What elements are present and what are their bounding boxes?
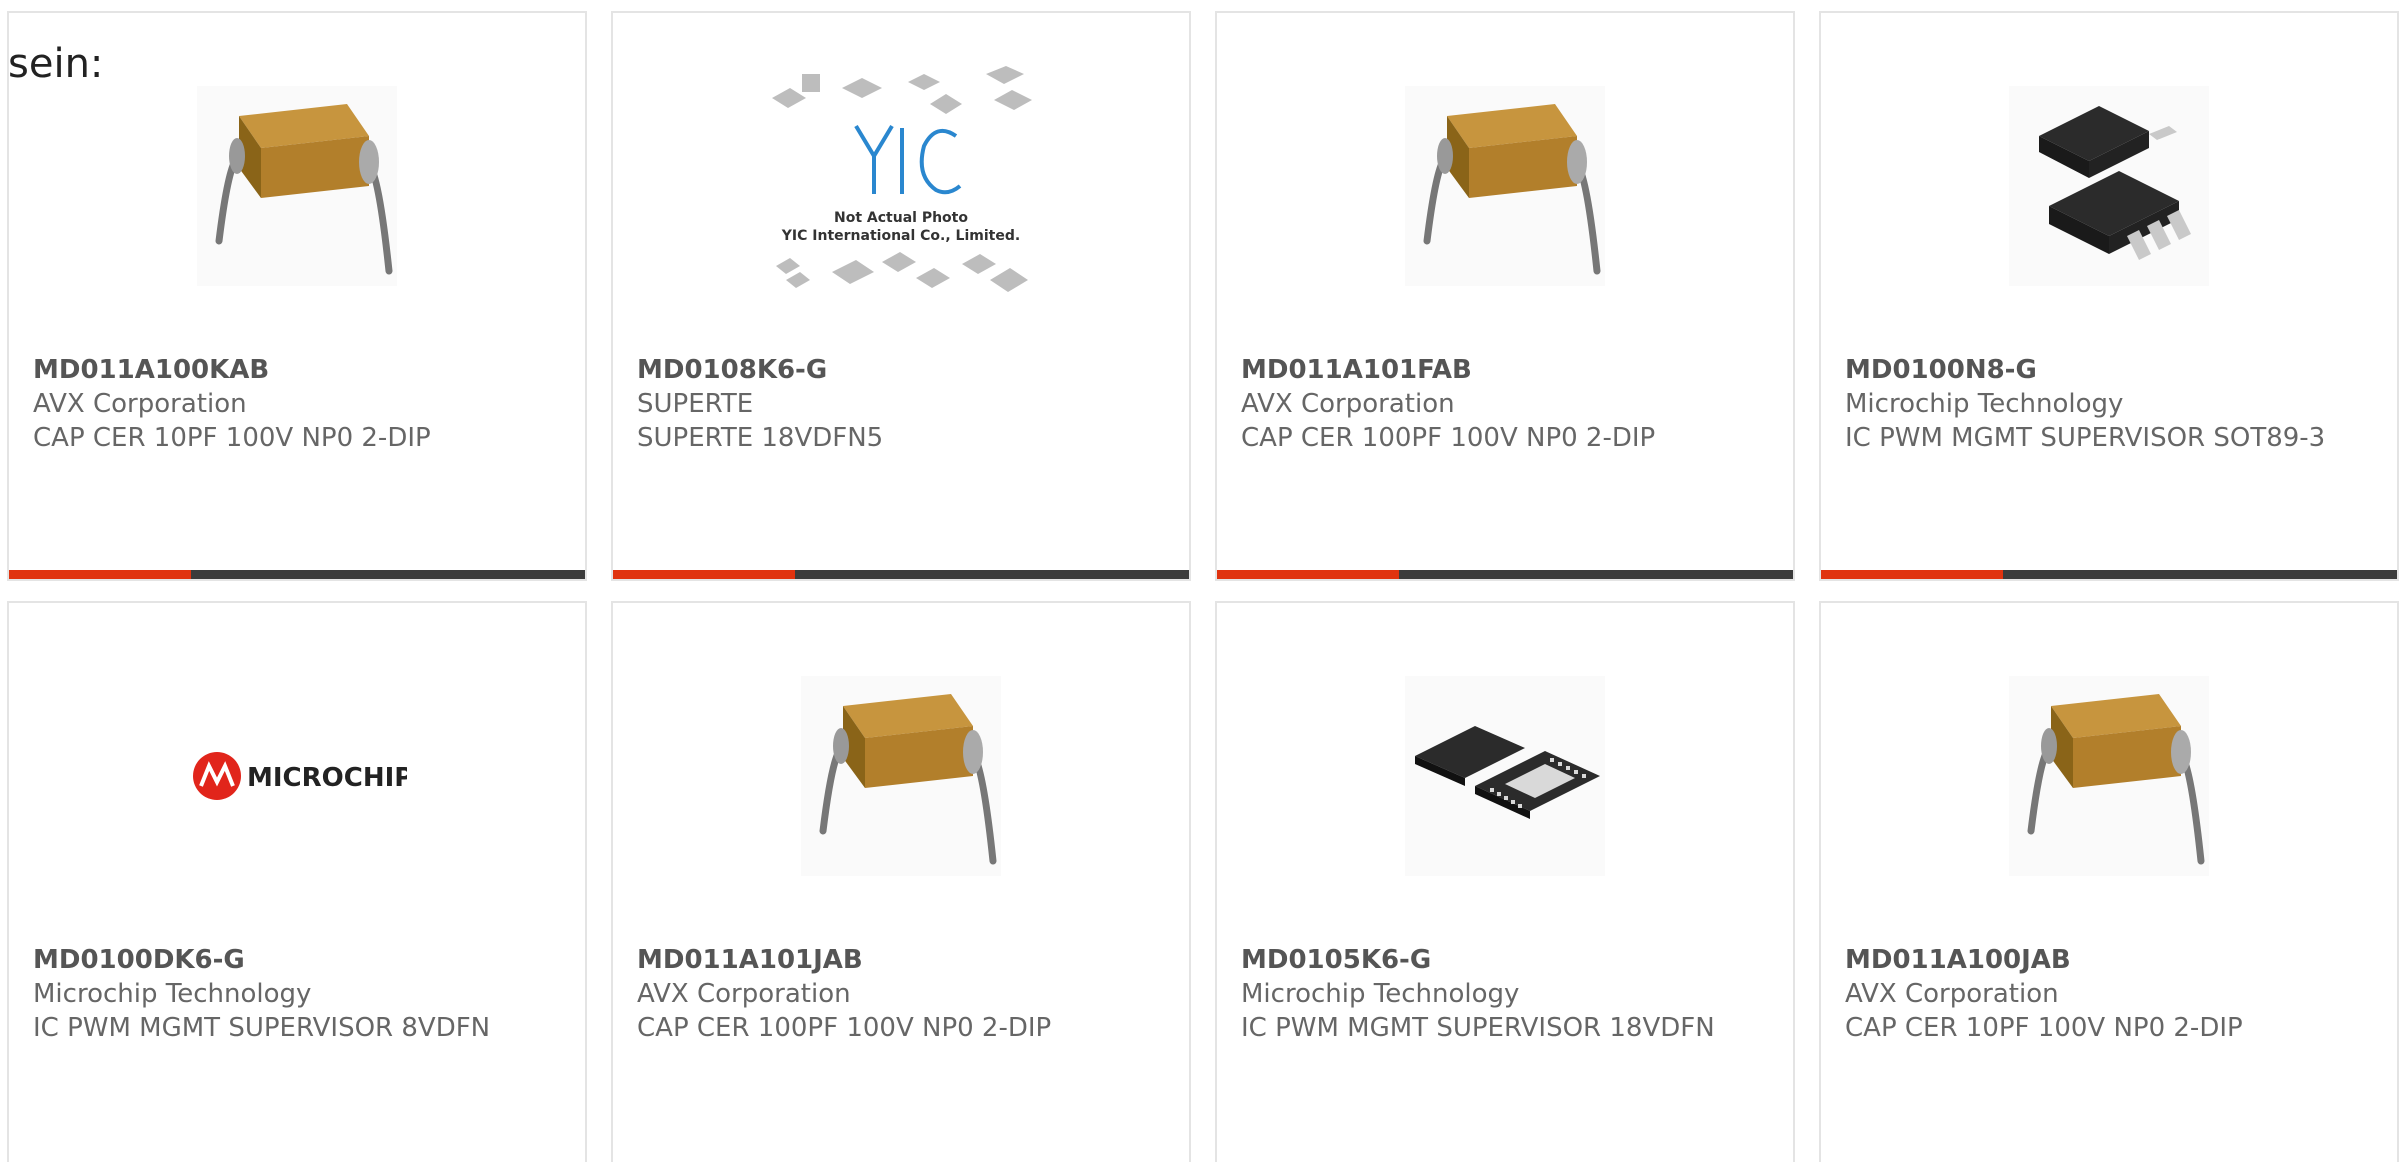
product-info: MD011A100KAB AVX Corporation CAP CER 10P… <box>33 353 561 455</box>
part-number[interactable]: MD0108K6-G <box>637 353 1165 387</box>
product-card[interactable]: MICROCHIP MD0100DK6-G Microchip Technolo… <box>7 601 587 1162</box>
card-bottom-bar <box>1217 570 1793 579</box>
product-image[interactable] <box>613 673 1189 878</box>
manufacturer: Microchip Technology <box>33 979 312 1009</box>
manufacturer: SUPERTE <box>637 389 754 419</box>
description: SUPERTE 18VDFN5 <box>637 423 884 453</box>
placeholder-line2: YIC International Co., Limited. <box>781 228 1020 244</box>
product-card[interactable]: MD011A100JAB AVX Corporation CAP CER 10P… <box>1819 601 2399 1162</box>
product-card[interactable]: MD0100N8-G Microchip Technology IC PWM M… <box>1819 11 2399 581</box>
logo-text: MICROCHIP <box>247 763 407 793</box>
product-info: MD0108K6-G SUPERTE SUPERTE 18VDFN5 <box>637 353 1165 455</box>
description: CAP CER 10PF 100V NP0 2-DIP <box>33 423 431 453</box>
radial-capacitor-image <box>197 85 397 286</box>
card-accent-bar <box>1217 570 1399 579</box>
description: IC PWM MGMT SUPERVISOR SOT89-3 <box>1845 423 2326 453</box>
part-number[interactable]: MD011A101FAB <box>1241 353 1769 387</box>
radial-capacitor-image <box>801 675 1001 876</box>
product-info: MD011A101FAB AVX Corporation CAP CER 100… <box>1241 353 1769 455</box>
microchip-logo-image: MICROCHIP <box>187 675 407 876</box>
part-number[interactable]: MD0105K6-G <box>1241 943 1769 977</box>
part-number[interactable]: MD011A100KAB <box>33 353 561 387</box>
part-number[interactable]: MD011A101JAB <box>637 943 1165 977</box>
product-info: MD011A100JAB AVX Corporation CAP CER 10P… <box>1845 943 2373 1045</box>
product-image[interactable]: Not Actual Photo YIC International Co., … <box>613 65 1189 306</box>
intro-text: sein: <box>8 41 104 87</box>
product-info: MD011A101JAB AVX Corporation CAP CER 100… <box>637 943 1165 1045</box>
card-accent-bar <box>1821 570 2003 579</box>
card-bottom-bar <box>613 570 1189 579</box>
manufacturer: AVX Corporation <box>1241 389 1455 419</box>
product-image[interactable] <box>1821 673 2397 878</box>
product-card[interactable]: Not Actual Photo YIC International Co., … <box>611 11 1191 581</box>
product-info: MD0100DK6-G Microchip Technology IC PWM … <box>33 943 561 1045</box>
sot89-package-image <box>2009 85 2209 286</box>
product-grid: MD011A100KAB AVX Corporation CAP CER 10P… <box>7 11 2400 581</box>
part-number[interactable]: MD0100N8-G <box>1845 353 2373 387</box>
card-bottom-bar <box>9 570 585 579</box>
part-number[interactable]: MD0100DK6-G <box>33 943 561 977</box>
product-image[interactable] <box>1217 83 1793 288</box>
product-info: MD0100N8-G Microchip Technology IC PWM M… <box>1845 353 2373 455</box>
dfn-package-image <box>1405 675 1605 876</box>
description: IC PWM MGMT SUPERVISOR 8VDFN <box>33 1013 491 1043</box>
manufacturer: Microchip Technology <box>1845 389 2124 419</box>
product-grid-row-2: MICROCHIP MD0100DK6-G Microchip Technolo… <box>7 601 2400 1162</box>
product-card[interactable]: MD011A100KAB AVX Corporation CAP CER 10P… <box>7 11 587 581</box>
product-image[interactable] <box>9 83 585 288</box>
description: CAP CER 100PF 100V NP0 2-DIP <box>637 1013 1052 1043</box>
product-info: MD0105K6-G Microchip Technology IC PWM M… <box>1241 943 1769 1045</box>
description: CAP CER 100PF 100V NP0 2-DIP <box>1241 423 1656 453</box>
manufacturer: AVX Corporation <box>637 979 851 1009</box>
card-accent-bar <box>9 570 191 579</box>
radial-capacitor-image <box>2009 675 2209 876</box>
manufacturer: Microchip Technology <box>1241 979 1520 1009</box>
product-card[interactable]: MD011A101FAB AVX Corporation CAP CER 100… <box>1215 11 1795 581</box>
placeholder-line1: Not Actual Photo <box>834 210 968 226</box>
card-bottom-bar <box>1821 570 2397 579</box>
description: IC PWM MGMT SUPERVISOR 18VDFN <box>1241 1013 1715 1043</box>
product-image[interactable]: MICROCHIP <box>9 673 585 878</box>
product-image[interactable] <box>1217 673 1793 878</box>
yic-placeholder-image: Not Actual Photo YIC International Co., … <box>766 65 1036 306</box>
product-card[interactable]: MD011A101JAB AVX Corporation CAP CER 100… <box>611 601 1191 1162</box>
part-number[interactable]: MD011A100JAB <box>1845 943 2373 977</box>
page: sein: MD011A100KAB AVX Corporation CAP C… <box>0 0 2400 1162</box>
product-image[interactable] <box>1821 83 2397 288</box>
card-accent-bar <box>613 570 795 579</box>
description: CAP CER 10PF 100V NP0 2-DIP <box>1845 1013 2243 1043</box>
radial-capacitor-image <box>1405 85 1605 286</box>
manufacturer: AVX Corporation <box>33 389 247 419</box>
manufacturer: AVX Corporation <box>1845 979 2059 1009</box>
product-card[interactable]: MD0105K6-G Microchip Technology IC PWM M… <box>1215 601 1795 1162</box>
